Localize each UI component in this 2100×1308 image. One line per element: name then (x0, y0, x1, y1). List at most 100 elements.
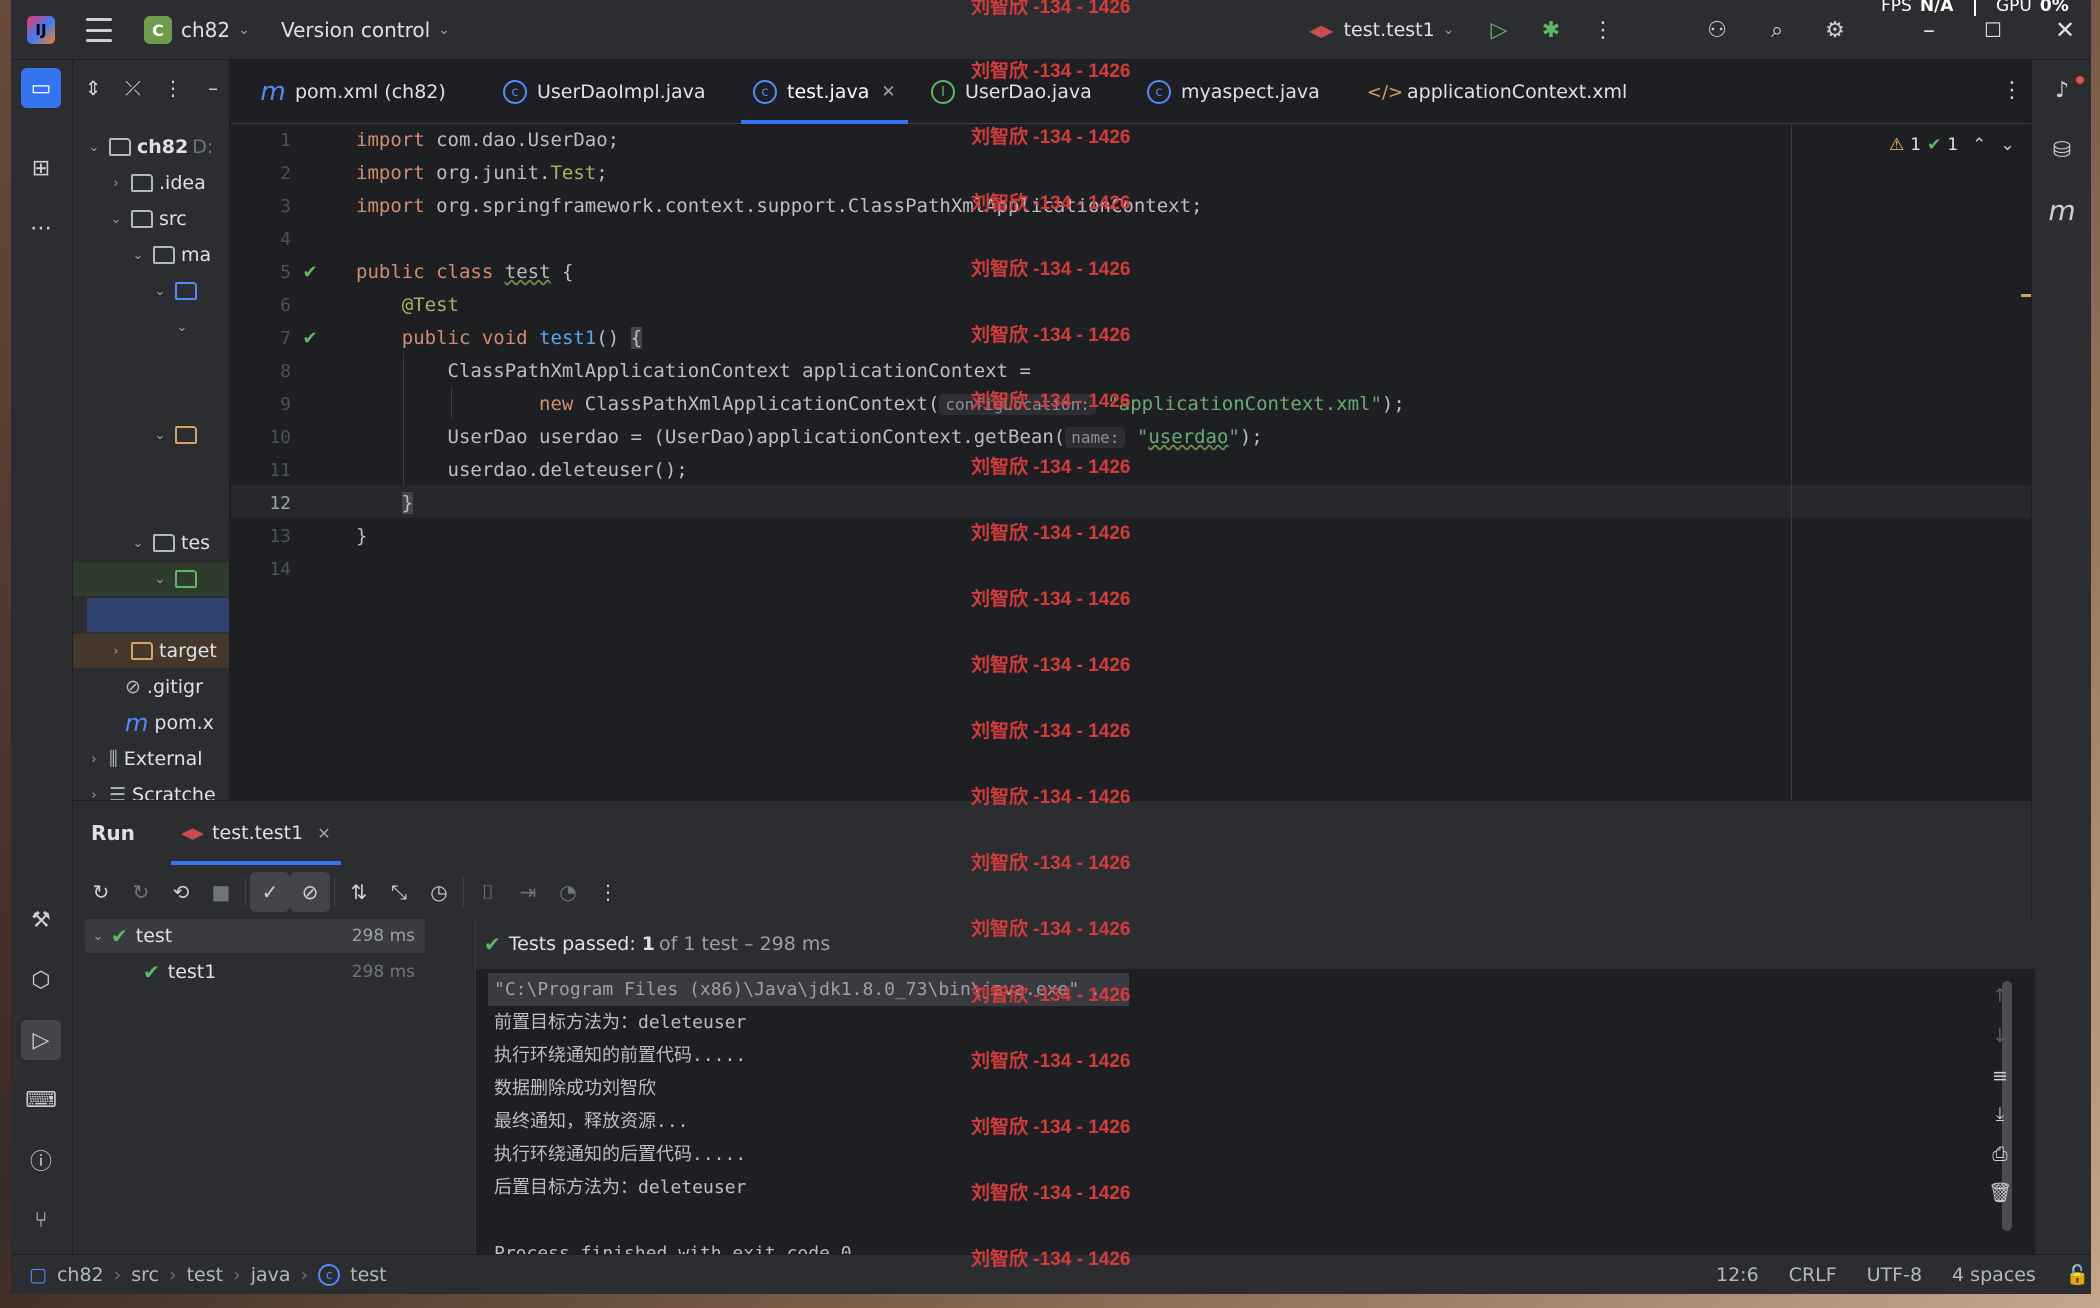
project-badge[interactable]: C (144, 16, 172, 44)
notifications-bell-icon[interactable]: ♪ (2042, 70, 2084, 110)
minimize-icon[interactable]: – (1911, 14, 1947, 46)
stop-icon[interactable]: ■ (201, 872, 241, 912)
tree-item-src[interactable]: ⌄ src (73, 202, 229, 236)
crumb-java[interactable]: java (251, 1264, 291, 1286)
main-menu-icon[interactable] (85, 18, 113, 42)
chevron-down-icon: ⌄ (154, 283, 166, 299)
hide-icon[interactable]: – (193, 76, 229, 100)
tabs-more-icon[interactable]: ⋮ (2001, 78, 2023, 103)
clear-all-icon[interactable]: 🗑 (1983, 1175, 2017, 1209)
crumb-test[interactable]: test (187, 1264, 224, 1286)
tree-item-selected[interactable] (87, 598, 229, 632)
inspection-widget[interactable]: ⚠ 1 ✔ 1 ⌃ ⌄ (1889, 130, 2015, 160)
tree-item-package[interactable]: ⌄ (73, 310, 229, 344)
terminal-tool-icon[interactable]: ⌨ (21, 1080, 61, 1120)
crumb-project[interactable]: ch82 (57, 1264, 104, 1286)
options-icon[interactable]: ⋮ (153, 76, 193, 100)
import-tests-icon[interactable]: ⇥ (508, 872, 548, 912)
search-icon[interactable]: ⌕ (1761, 14, 1793, 46)
test-case-row[interactable]: ✔ test1 298 ms (85, 955, 425, 989)
crumb-class[interactable]: test (350, 1264, 387, 1286)
soft-wrap-icon[interactable]: ≡ (1983, 1059, 2017, 1093)
scroll-up-icon[interactable]: ↑ (1983, 979, 2017, 1013)
tab-userdaoimpl[interactable]: c UserDaoImpl.java (503, 60, 706, 124)
line-separator[interactable]: CRLF (1789, 1264, 1837, 1286)
scroll-down-icon[interactable]: ↓ (1983, 1019, 2017, 1053)
test-history-icon[interactable]: ◷ (419, 872, 459, 912)
code-editor[interactable]: 1 2 3 4 5 6 7 8 9 10 11 12 13 14 ✔ ✔ imp… (231, 124, 2031, 800)
close-icon[interactable]: ✕ (2047, 14, 2083, 46)
file-encoding[interactable]: UTF-8 (1867, 1264, 1922, 1286)
lock-icon[interactable]: 🔓 (2066, 1263, 2090, 1286)
structure-tool-icon[interactable]: ⊞ (21, 148, 61, 188)
more-options-icon[interactable]: ⋮ (588, 872, 628, 912)
scroll-to-end-icon[interactable]: ⤓ (1983, 1097, 2017, 1131)
build-tool-icon[interactable]: ⚒ (21, 900, 61, 940)
problems-tool-icon[interactable]: ⓘ (21, 1140, 61, 1180)
right-margin-guide (1791, 124, 1792, 800)
class-icon: c (1147, 80, 1171, 104)
tab-myaspect[interactable]: c myaspect.java (1147, 60, 1320, 124)
tree-item-idea[interactable]: › .idea (73, 166, 229, 200)
tree-item-pom[interactable]: m pom.x (73, 706, 229, 740)
add-user-icon[interactable]: ⚇ (1701, 14, 1733, 46)
screenshot-icon[interactable]: ⌷ (468, 872, 508, 912)
expand-all-icon[interactable]: ⇕ (73, 76, 113, 100)
class-icon: c (753, 80, 777, 104)
chevron-down-icon: ⌄ (1442, 22, 1455, 38)
console-output[interactable]: ✔ Tests passed: 1 of 1 test – 298 ms "C:… (475, 919, 2036, 1255)
run-tab-test1[interactable]: ◀▶ test.test1 ✕ (171, 801, 341, 865)
class-icon: c (318, 1263, 341, 1286)
next-highlight-icon[interactable]: ⌄ (2000, 135, 2014, 155)
more-tools-icon[interactable]: ⋯ (21, 208, 61, 248)
run-tool-icon[interactable]: ▷ (21, 1020, 61, 1060)
prev-highlight-icon[interactable]: ⌃ (1972, 135, 1986, 155)
tree-item-scratches[interactable]: › ☰ Scratche (73, 778, 229, 800)
run-icon[interactable]: ▷ (1483, 14, 1515, 46)
caret-position[interactable]: 12:6 (1716, 1264, 1759, 1286)
tree-item-java[interactable]: ⌄ (73, 274, 229, 308)
more-actions-icon[interactable]: ⋮ (1587, 14, 1619, 46)
vcs-selector[interactable]: Version control ⌄ (281, 16, 450, 44)
tree-item-gitignore[interactable]: ⊘ .gitigr (73, 670, 229, 704)
tree-item-target[interactable]: › target (73, 634, 229, 668)
project-selector[interactable]: ch82 ⌄ (181, 16, 250, 44)
project-tool-icon[interactable]: ▭ (21, 68, 61, 108)
tree-item-external-libraries[interactable]: › ⫼ External (73, 742, 229, 776)
rerun-icon[interactable]: ↻ (81, 872, 121, 912)
crumb-src[interactable]: src (131, 1264, 159, 1286)
run-config-selector[interactable]: ◀▶ test.test1 ⌄ (1309, 16, 1454, 44)
sort-alphabetically-icon[interactable]: ⇅ (339, 872, 379, 912)
settings-gear-icon[interactable]: ⚙ (1819, 14, 1851, 46)
tab-test-java[interactable]: c test.java ✕ (741, 60, 908, 124)
tab-pom-xml[interactable]: m pom.xml (ch82) (260, 60, 445, 124)
close-tab-icon[interactable]: ✕ (881, 82, 895, 102)
toggle-auto-test-icon[interactable]: ⟲ (161, 872, 201, 912)
indent-setting[interactable]: 4 spaces (1952, 1264, 2036, 1286)
tree-item-test-java[interactable]: ⌄ (73, 562, 229, 596)
maximize-icon[interactable]: ☐ (1975, 14, 2011, 46)
tree-item-resources[interactable]: ⌄ (73, 418, 229, 452)
rerun-failed-icon[interactable]: ↻ (121, 872, 161, 912)
maven-tool-icon[interactable]: m (2042, 190, 2082, 230)
debug-icon[interactable]: ✱ (1535, 14, 1567, 46)
database-icon[interactable]: ⛁ (2042, 130, 2082, 170)
show-passed-icon[interactable]: ✓ (250, 872, 290, 912)
run-test-gutter-icon[interactable]: ✔ (297, 322, 323, 355)
close-tab-icon[interactable]: ✕ (317, 824, 330, 843)
tab-applicationcontext-xml[interactable]: </> applicationContext.xml (1367, 60, 1627, 124)
services-tool-icon[interactable]: ⬡ (21, 960, 61, 1000)
coverage-icon[interactable]: ◔ (548, 872, 588, 912)
tree-item-test[interactable]: ⌄ tes (73, 526, 229, 560)
scrollbar-warning-mark[interactable] (2021, 294, 2031, 297)
git-tool-icon[interactable]: ⑂ (21, 1200, 61, 1240)
run-test-gutter-icon[interactable]: ✔ (297, 256, 323, 289)
show-ignored-icon[interactable]: ⊘ (290, 872, 330, 912)
test-suite-row[interactable]: ⌄ ✔ test 298 ms (85, 919, 425, 953)
tree-item-project-root[interactable]: ⌄ ch82 D: (73, 130, 229, 164)
tree-item-main[interactable]: ⌄ ma (73, 238, 229, 272)
print-icon[interactable]: ⎙ (1983, 1137, 2017, 1171)
collapse-icon[interactable]: ⤡ (379, 872, 419, 912)
current-line-highlight (231, 485, 2031, 518)
collapse-all-icon[interactable]: ⤫ (113, 76, 153, 100)
